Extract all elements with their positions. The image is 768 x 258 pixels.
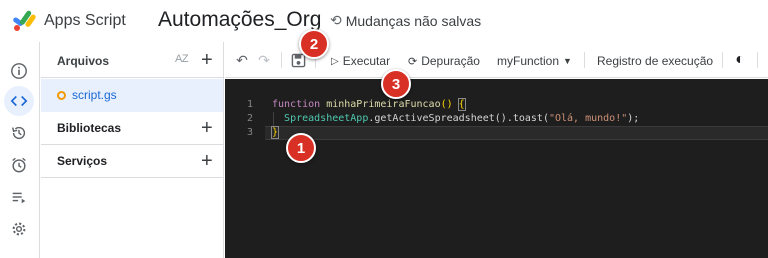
string-literal: "Olá, mundo!" <box>548 113 628 124</box>
debug-icon: ⟳ <box>408 55 418 68</box>
execution-log-button[interactable]: Registro de execução <box>597 54 713 68</box>
file-item[interactable]: script.gs <box>41 79 223 112</box>
sort-az-icon[interactable]: AZ <box>175 53 189 65</box>
section-libraries[interactable]: Bibliotecas + <box>41 112 224 145</box>
parens: () <box>440 99 453 110</box>
annotation-badge-1: 1 <box>286 133 316 163</box>
app-name: Apps Script <box>44 12 126 29</box>
spreadsheet-app: SpreadsheetApp <box>284 113 369 124</box>
history-icon[interactable] <box>4 118 34 148</box>
redo-icon[interactable]: ↷ <box>255 51 273 69</box>
section-services-label: Serviços <box>57 154 108 168</box>
annotation-badge-2: 2 <box>299 29 329 59</box>
files-panel: Arquivos AZ + script.gs Bibliotecas + Se… <box>41 42 224 258</box>
section-libraries-label: Bibliotecas <box>57 121 122 135</box>
call-end: ); <box>627 113 640 124</box>
keyword-function: function <box>272 99 321 110</box>
code-line-1: function minhaPrimeiraFuncao() { <box>272 98 466 111</box>
sync-icon: ⟲ <box>330 12 342 28</box>
function-select-value: myFunction <box>497 54 560 68</box>
function-select[interactable]: myFunction ▼ <box>497 54 572 68</box>
debug-label: Depuração <box>421 54 480 68</box>
files-header: Arquivos AZ + <box>41 42 224 78</box>
code-line-3: } <box>270 126 280 139</box>
info-icon[interactable] <box>4 56 34 86</box>
toolbar-divider <box>584 52 585 68</box>
line-number: 1 <box>246 99 253 110</box>
method-call: .getActiveSpreadsheet().toast( <box>368 113 549 124</box>
save-status: ⟲ Mudanças não salvas <box>330 12 481 29</box>
file-status-dot-icon <box>57 91 66 100</box>
line-number: 2 <box>246 113 253 124</box>
left-rail <box>0 42 40 258</box>
apps-script-logo[interactable] <box>12 9 40 33</box>
current-line-highlight <box>265 126 768 140</box>
gear-icon[interactable] <box>4 214 34 244</box>
files-title: Arquivos <box>57 54 110 68</box>
undo-icon[interactable]: ↶ <box>233 51 251 69</box>
executions-icon[interactable] <box>4 182 34 212</box>
add-service-icon[interactable]: + <box>201 151 213 171</box>
close-brace: } <box>270 126 280 139</box>
alarm-icon[interactable] <box>4 150 34 180</box>
open-brace: { <box>457 98 466 111</box>
run-label: Executar <box>342 54 391 68</box>
top-header: Apps Script Automações_Org ⟲ Mudanças nã… <box>0 0 768 42</box>
toolbar-divider <box>757 52 758 68</box>
toolbar-divider <box>722 52 723 68</box>
annotation-badge-3: 3 <box>381 69 411 99</box>
save-status-text: Mudanças não salvas <box>345 12 482 29</box>
line-number: 3 <box>246 127 253 138</box>
file-name: script.gs <box>72 88 117 102</box>
add-library-icon[interactable]: + <box>201 118 213 138</box>
run-button[interactable]: ▷ Executar <box>331 54 390 68</box>
code-line-2: SpreadsheetApp.getActiveSpreadsheet().to… <box>272 113 639 124</box>
code-icon[interactable] <box>4 86 34 116</box>
project-name[interactable]: Automações_Org <box>158 8 321 32</box>
add-file-icon[interactable]: + <box>201 50 213 70</box>
debug-button[interactable]: ⟳ Depuração <box>408 54 480 68</box>
toolbar-divider <box>281 52 282 68</box>
function-name: minhaPrimeiraFuncao <box>326 99 441 110</box>
code-editor[interactable]: 1 2 3 function minhaPrimeiraFuncao() { S… <box>225 79 768 258</box>
chevron-down-icon: ▼ <box>563 56 572 66</box>
execution-log-label: Registro de execução <box>597 54 714 68</box>
theme-toggle-icon[interactable]: ◐ <box>731 51 749 69</box>
section-services[interactable]: Serviços + <box>41 145 224 178</box>
play-icon: ▷ <box>331 55 339 67</box>
